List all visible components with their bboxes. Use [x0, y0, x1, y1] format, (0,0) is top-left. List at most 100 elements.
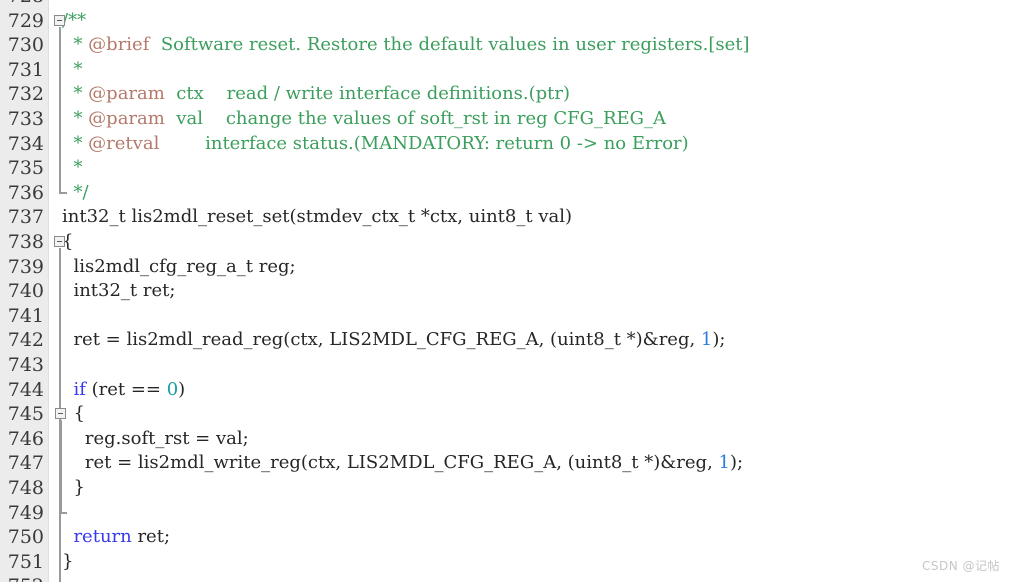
- line-number: 746: [7, 427, 44, 450]
- line-number: 748: [7, 477, 44, 499]
- code-editor[interactable]: 728729/**730 * @brief Software reset. Re…: [0, 0, 1012, 582]
- code-token-plain: (ret ==: [85, 378, 167, 400]
- code-line-text[interactable]: int32_t ret;: [62, 279, 175, 304]
- line-number: 752: [0, 574, 44, 582]
- line-number: 749: [7, 501, 44, 524]
- code-line[interactable]: 736 */: [0, 181, 1012, 206]
- code-line-text[interactable]: * @brief Software reset. Restore the def…: [62, 33, 750, 58]
- code-token-plain: ret;: [131, 526, 171, 548]
- code-line[interactable]: 737 int32_t lis2mdl_reset_set(stmdev_ctx_…: [0, 205, 1012, 230]
- code-line[interactable]: 734 * @retval interface status.(MANDATOR…: [0, 132, 1012, 157]
- code-token-plain: ret = lis2mdl_write_reg(ctx, LIS2MDL_CFG…: [62, 452, 719, 474]
- code-token-tag: @param: [88, 83, 165, 105]
- code-line[interactable]: 735 *: [0, 156, 1012, 181]
- code-token-numb: 1: [718, 452, 730, 474]
- line-number: 742: [7, 329, 44, 352]
- code-token-cmt: *: [62, 34, 89, 56]
- code-line-text[interactable]: if (ret == 0): [62, 378, 185, 403]
- code-line-text[interactable]: *: [62, 58, 82, 83]
- code-line[interactable]: 748 }: [0, 476, 1012, 501]
- code-line[interactable]: 733 * @param val change the values of so…: [0, 107, 1012, 132]
- code-token-tag: @param: [88, 108, 165, 129]
- fold-toggle-if-block[interactable]: [55, 408, 66, 420]
- code-token-cmt: Software reset. Restore the default valu…: [149, 34, 750, 56]
- code-line[interactable]: 750 return ret;: [0, 525, 1012, 550]
- code-line-text[interactable]: * @param ctx read / write interface defi…: [62, 82, 570, 107]
- code-line[interactable]: 732 * @param ctx read / write interface …: [0, 82, 1012, 107]
- code-line-text[interactable]: reg.soft_rst = val;: [62, 427, 249, 452]
- code-token-numb: 1: [700, 329, 713, 351]
- code-line[interactable]: 739 lis2mdl_cfg_reg_a_t reg;: [0, 255, 1012, 280]
- code-token-plain: ret = lis2mdl_read_reg(ctx, LIS2MDL_CFG_…: [62, 329, 701, 351]
- line-number: 738: [7, 231, 44, 253]
- line-number: 732: [7, 83, 44, 106]
- code-line[interactable]: 740 int32_t ret;: [0, 279, 1012, 304]
- code-line-text[interactable]: ret = lis2mdl_read_reg(ctx, LIS2MDL_CFG_…: [62, 328, 725, 353]
- line-number: 739: [7, 255, 44, 278]
- line-number: 731: [7, 58, 44, 81]
- code-line[interactable]: 742 ret = lis2mdl_read_reg(ctx, LIS2MDL_…: [0, 328, 1012, 353]
- code-line[interactable]: 752: [0, 574, 1012, 582]
- code-token-plain: int32_t ret;: [62, 280, 176, 302]
- code-line[interactable]: 749: [0, 501, 1012, 526]
- csdn-watermark: CSDN @记帖: [921, 559, 1000, 573]
- code-token-cmt: val change the values of soft_rst in reg…: [164, 108, 667, 129]
- code-token-tag: @brief: [88, 34, 150, 56]
- code-line[interactable]: 731 *: [0, 58, 1012, 83]
- code-token-cmt: *: [62, 58, 83, 80]
- code-line[interactable]: 730 * @brief Software reset. Restore the…: [0, 33, 1012, 58]
- code-token-plain: }: [62, 477, 85, 498]
- line-number: 737: [7, 206, 44, 229]
- code-token-tag: @retval: [88, 132, 160, 154]
- code-line-text[interactable]: * @param val change the values of soft_r…: [62, 107, 666, 132]
- code-token-plain: );: [729, 452, 744, 474]
- code-line[interactable]: 751}: [0, 550, 1012, 575]
- line-number: 741: [7, 304, 44, 327]
- fold-end-marker: [59, 191, 67, 194]
- code-token-numt: 0: [166, 378, 179, 400]
- fold-guide-line: [60, 420, 62, 513]
- code-token-cmt: *: [62, 132, 89, 154]
- code-line-text[interactable]: int32_t lis2mdl_reset_set(stmdev_ctx_t *…: [62, 205, 572, 230]
- code-line-text[interactable]: /**: [62, 9, 86, 34]
- code-line-text[interactable]: lis2mdl_cfg_reg_a_t reg;: [62, 255, 296, 280]
- code-line-text[interactable]: *: [62, 156, 82, 181]
- code-token-cmt: interface status.(MANDATORY: return 0 ->…: [159, 132, 689, 154]
- code-line[interactable]: 728: [0, 0, 1012, 9]
- code-line-text[interactable]: return ret;: [62, 525, 170, 550]
- code-token-plain: ): [178, 378, 186, 400]
- code-line[interactable]: 741: [0, 304, 1012, 329]
- code-line[interactable]: 729 /**: [0, 9, 1012, 34]
- code-line[interactable]: 745 {: [0, 402, 1012, 427]
- code-token-cmt: *: [62, 157, 83, 179]
- fold-toggle-comment-block[interactable]: [54, 14, 65, 26]
- line-number: 744: [7, 378, 44, 401]
- code-token-plain: reg.soft_rst = val;: [62, 427, 249, 449]
- code-token-cmt: *: [62, 108, 89, 129]
- fold-toggle-function-body[interactable]: [54, 236, 65, 247]
- code-line-text[interactable]: }: [62, 476, 85, 501]
- line-number: 736: [7, 181, 44, 204]
- line-number: 751: [7, 550, 44, 573]
- code-token-plain: }: [62, 550, 74, 572]
- line-number: 747: [7, 452, 44, 475]
- code-line[interactable]: 746 reg.soft_rst = val;: [0, 427, 1012, 452]
- code-token-cmt: /**: [62, 9, 87, 31]
- line-number: 740: [7, 280, 44, 303]
- code-token-plain: lis2mdl_cfg_reg_a_t reg;: [62, 255, 296, 277]
- code-line-text[interactable]: }: [62, 550, 73, 575]
- line-number: 728: [0, 0, 44, 9]
- code-line-text[interactable]: * @retval interface status.(MANDATORY: r…: [62, 132, 689, 157]
- fold-guide-line: [59, 26, 61, 193]
- code-line-text[interactable]: ret = lis2mdl_write_reg(ctx, LIS2MDL_CFG…: [62, 451, 743, 476]
- code-line[interactable]: 738{: [0, 230, 1012, 255]
- code-token-kw: return: [73, 526, 132, 548]
- code-token-kw: if: [73, 378, 86, 400]
- code-line[interactable]: 743: [0, 353, 1012, 378]
- line-number: 733: [7, 108, 44, 130]
- code-line[interactable]: 744 if (ret == 0): [0, 378, 1012, 403]
- fold-end-marker: [60, 511, 67, 514]
- code-line[interactable]: 747 ret = lis2mdl_write_reg(ctx, LIS2MDL…: [0, 451, 1012, 476]
